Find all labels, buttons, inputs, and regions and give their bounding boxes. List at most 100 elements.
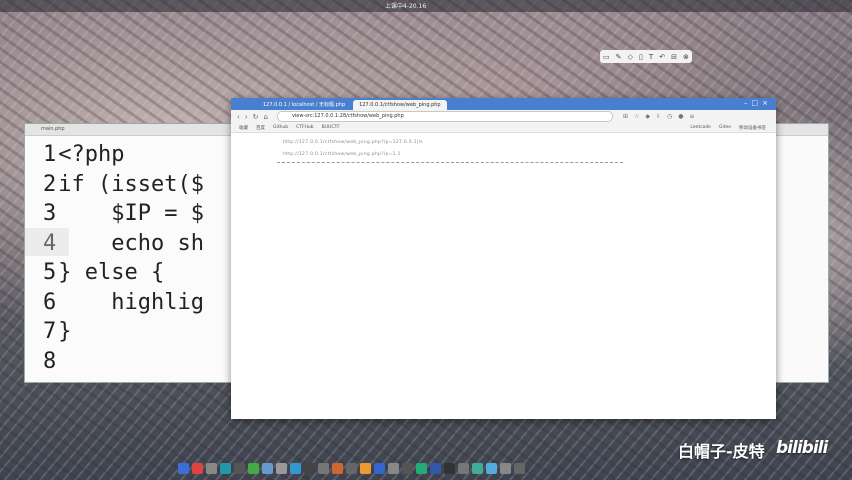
line-number: 2 <box>43 171 57 197</box>
reload-icon[interactable]: ↻ <box>253 113 259 121</box>
browser-tab[interactable]: 127.0.0.1 / localhost / 无标题.php <box>257 100 351 110</box>
code-line: 2if (isset($ <box>43 170 204 200</box>
bookmark-item[interactable]: 百度 <box>256 125 265 131</box>
bookmark-item[interactable]: Leetcode <box>690 125 711 131</box>
highlight-icon[interactable]: ▯ <box>639 53 643 61</box>
bookmark-item[interactable]: BUUCTF <box>322 125 340 130</box>
author-watermark: 白帽子-皮特 <box>678 442 765 461</box>
vscode-icon[interactable] <box>430 462 441 474</box>
app-icon[interactable] <box>388 462 399 474</box>
close-icon[interactable]: ⊗ <box>683 53 689 61</box>
shape-icon[interactable]: ◇ <box>628 53 633 61</box>
bookmark-item[interactable]: Gitee <box>719 125 731 131</box>
trash-icon[interactable] <box>514 462 525 474</box>
history-icon[interactable]: ◷ <box>667 113 672 120</box>
app-icon[interactable] <box>458 462 469 474</box>
maximize-icon[interactable]: □ <box>752 99 763 107</box>
editor-tab-label: main.php <box>41 126 65 132</box>
toolbar-icons: ⊞ ☆ ◆ ⇩ ◷ ● ≡ <box>623 113 695 120</box>
typora-icon[interactable] <box>444 462 455 474</box>
app-icon[interactable] <box>290 462 301 474</box>
code-line: 1<?php <box>43 140 204 170</box>
select-icon[interactable]: ▭ <box>603 53 610 61</box>
terminal-icon[interactable] <box>234 462 245 474</box>
annotation-toolbar[interactable]: ▭ ✎ ◇ ▯ T ↶ ⊟ ⊗ <box>600 50 692 63</box>
bookmark-star-icon[interactable]: ☆ <box>634 113 639 120</box>
app-icon[interactable] <box>318 462 329 474</box>
chrome-icon[interactable] <box>374 462 385 474</box>
editor-tab[interactable]: main.php <box>25 124 257 136</box>
app-icon[interactable] <box>416 462 427 474</box>
line-text: <?php <box>58 142 125 167</box>
line-text: echo sh <box>58 230 204 256</box>
back-icon[interactable]: ‹ <box>237 113 240 121</box>
browser-tab-bar: 127.0.0.1 / localhost / 无标题.php 127.0.0.… <box>231 98 776 110</box>
pen-icon[interactable]: ✎ <box>616 53 622 61</box>
bookmark-item[interactable]: Github <box>273 125 288 130</box>
code-line: 8 <box>43 347 204 377</box>
line-text: } <box>58 319 72 344</box>
line-number: 3 <box>43 201 57 226</box>
bookmarks-bar: 收藏 百度 Github CTFHub BUUCTF Leetcode Gite… <box>231 123 776 133</box>
code-editor[interactable]: main.php 1<?php 2if (isset($ 3 $IP = $4 ec… <box>24 123 258 383</box>
app-icon[interactable] <box>402 462 413 474</box>
bookmark-item[interactable]: 移动设备书签 <box>739 125 766 131</box>
tab-label: 127.0.0.1 / localhost / 无标题.php <box>263 102 346 108</box>
close-window-icon[interactable]: × <box>762 99 772 107</box>
settings-icon[interactable] <box>206 462 217 474</box>
app-icon[interactable] <box>332 462 343 474</box>
wechat-icon[interactable] <box>248 462 259 474</box>
finder-icon[interactable] <box>178 462 189 474</box>
window-controls[interactable]: –□× <box>744 99 772 107</box>
window-title: 上课中4-20.16 <box>385 3 427 10</box>
url-text: view-src:127.0.0.1:28/ctfshow/web_ping.p… <box>291 113 404 119</box>
app-icon[interactable] <box>346 462 357 474</box>
code-line: 6 highlig <box>43 288 204 318</box>
divider <box>277 162 623 163</box>
line-number: 1 <box>43 142 57 167</box>
app-icon[interactable] <box>304 462 315 474</box>
site-logo: bilibili <box>776 438 828 458</box>
translate-icon[interactable]: ⊞ <box>623 113 628 120</box>
minimize-icon[interactable]: – <box>744 99 752 107</box>
browser-window[interactable]: 127.0.0.1 / localhost / 无标题.php 127.0.0.… <box>231 98 776 419</box>
line-number: 8 <box>43 348 57 374</box>
home-icon[interactable]: ⌂ <box>264 113 268 121</box>
line-text: } else { <box>58 260 165 285</box>
bookmark-item[interactable]: 收藏 <box>239 125 248 131</box>
content-line: http://127.0.0.1/ctfshow/web_ping.php?ip… <box>283 140 423 145</box>
tab-label: 127.0.0.1/ctfshow/web_ping.php <box>359 102 441 108</box>
browser-tab-active[interactable]: 127.0.0.1/ctfshow/web_ping.php <box>353 100 447 110</box>
code-line: 4 echo sh <box>43 229 204 259</box>
profile-icon[interactable]: ● <box>678 113 683 120</box>
app-icon[interactable] <box>276 462 287 474</box>
safari-icon[interactable] <box>220 462 231 474</box>
code-line: 3 $IP = $ <box>43 199 204 229</box>
save-icon[interactable]: ⊟ <box>671 53 677 61</box>
download-icon[interactable]: ⇩ <box>656 113 661 120</box>
dock <box>178 460 664 476</box>
qq-icon[interactable] <box>262 462 273 474</box>
undo-icon[interactable]: ↶ <box>659 53 665 61</box>
text-icon[interactable]: T <box>649 53 653 61</box>
bookmark-item[interactable]: CTFHub <box>296 125 314 130</box>
menu-icon[interactable]: ≡ <box>690 113 695 120</box>
address-bar[interactable]: view-src:127.0.0.1:28/ctfshow/web_ping.p… <box>276 111 613 122</box>
app-icon[interactable] <box>486 462 497 474</box>
browser-toolbar: ‹ › ↻ ⌂ view-src:127.0.0.1:28/ctfshow/we… <box>231 110 776 123</box>
forward-icon[interactable]: › <box>245 113 248 121</box>
line-text: if (isset($ <box>58 171 204 197</box>
code-line: 7} <box>43 317 204 347</box>
launchpad-icon[interactable] <box>192 462 203 474</box>
line-number: 5 <box>43 260 57 285</box>
code-area[interactable]: 1<?php 2if (isset($ 3 $IP = $4 echo sh 5} e… <box>43 140 204 376</box>
app-icon[interactable] <box>472 462 483 474</box>
downloads-icon[interactable] <box>500 462 511 474</box>
menu-bar: 上课中4-20.16 <box>0 0 852 12</box>
line-text: $IP = $ <box>58 201 204 226</box>
extension-icon[interactable]: ◆ <box>645 113 650 120</box>
code-line: 5} else { <box>43 258 204 288</box>
app-icon[interactable] <box>360 462 371 474</box>
line-text: highlig <box>58 289 204 315</box>
content-line: http://127.0.0.1/ctfshow/web_ping.php?ip… <box>283 152 401 157</box>
